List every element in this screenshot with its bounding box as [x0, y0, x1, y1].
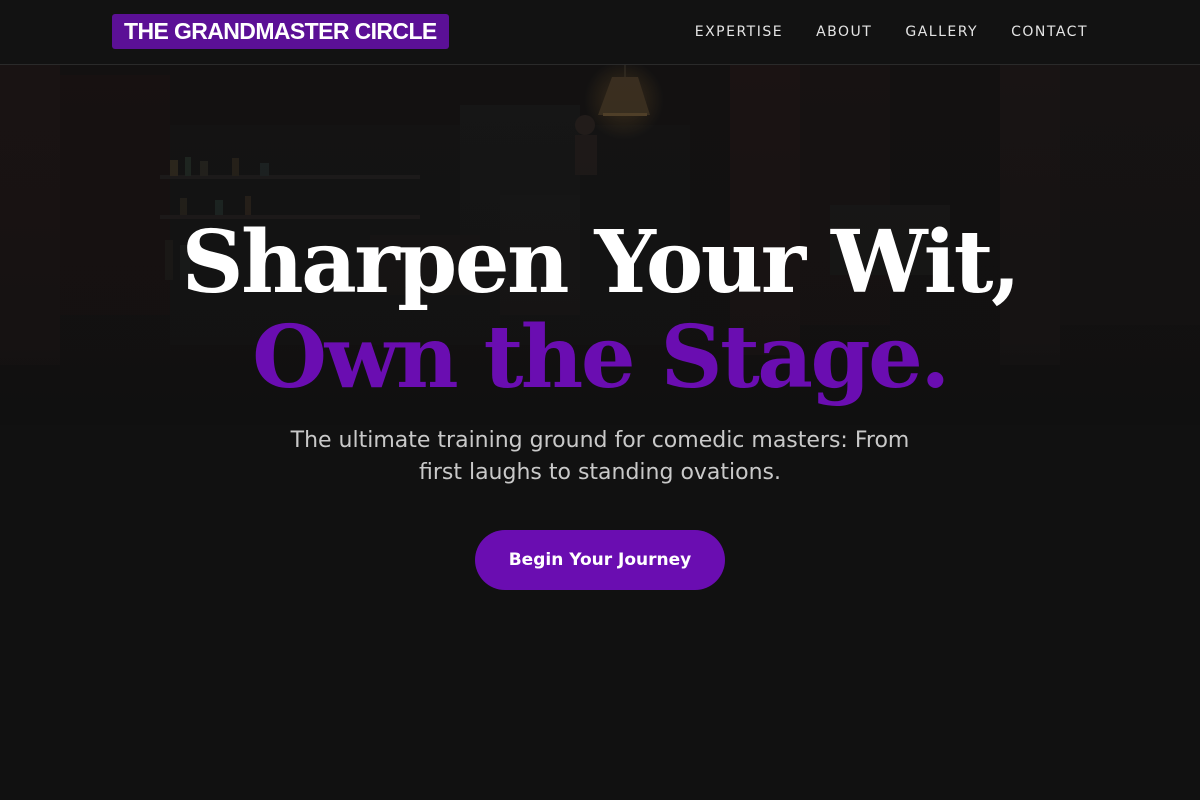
- main-nav: EXPERTISE ABOUT GALLERY CONTACT: [695, 0, 1088, 64]
- landing-page: THE GRANDMASTER CIRCLE EXPERTISE ABOUT G…: [0, 0, 1200, 800]
- top-navbar: THE GRANDMASTER CIRCLE EXPERTISE ABOUT G…: [0, 0, 1200, 65]
- hero-headline-line2: Own the Stage.: [252, 307, 950, 408]
- brand-logo[interactable]: THE GRANDMASTER CIRCLE: [112, 14, 449, 49]
- nav-link-gallery[interactable]: GALLERY: [905, 24, 978, 40]
- nav-link-expertise[interactable]: EXPERTISE: [695, 24, 783, 40]
- begin-journey-button[interactable]: Begin Your Journey: [475, 530, 725, 590]
- hero-subtitle: The ultimate training ground for comedic…: [290, 428, 910, 485]
- hero-headline-line1: Sharpen Your Wit,: [181, 212, 1021, 313]
- hero-section: Sharpen Your Wit, Own the Stage. The ult…: [0, 0, 1200, 800]
- nav-link-contact[interactable]: CONTACT: [1011, 24, 1088, 40]
- nav-link-about[interactable]: ABOUT: [816, 24, 872, 40]
